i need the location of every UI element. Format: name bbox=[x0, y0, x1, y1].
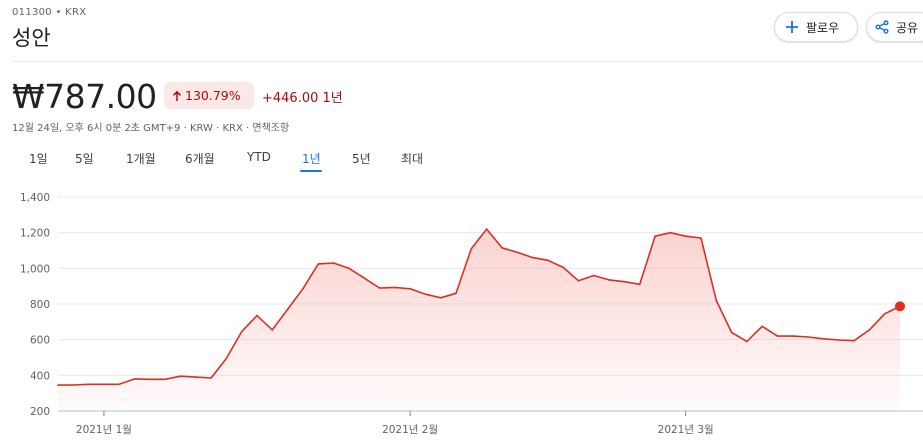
x-tick-label: 2021년 2월 bbox=[382, 424, 438, 436]
data-point bbox=[195, 376, 197, 378]
data-point bbox=[577, 280, 580, 282]
data-point bbox=[409, 288, 411, 290]
data-point bbox=[286, 308, 289, 311]
tab-1d[interactable]: 1일 bbox=[29, 150, 48, 167]
data-point bbox=[378, 287, 381, 289]
data-point bbox=[455, 292, 457, 295]
price-area-fill bbox=[58, 229, 900, 411]
data-point bbox=[118, 383, 120, 386]
change-absolute: +446.00 1년 bbox=[262, 91, 343, 106]
data-point bbox=[424, 293, 427, 295]
data-point bbox=[501, 247, 503, 249]
data-point bbox=[531, 256, 534, 259]
data-point bbox=[302, 288, 304, 290]
tab-5y[interactable]: 5년 bbox=[352, 150, 371, 167]
data-point bbox=[363, 277, 366, 279]
data-point bbox=[776, 335, 779, 337]
data-point bbox=[470, 247, 473, 250]
data-point bbox=[623, 280, 626, 283]
tab-max[interactable]: 최대 bbox=[401, 150, 423, 167]
data-point bbox=[654, 235, 656, 237]
data-point bbox=[547, 259, 549, 262]
data-point bbox=[516, 251, 519, 254]
y-tick-label: 1,200 bbox=[20, 228, 50, 240]
y-tick-label: 1,000 bbox=[20, 263, 50, 275]
stock-name: 성안 bbox=[12, 26, 51, 50]
y-tick-label: 1,400 bbox=[20, 192, 50, 204]
data-point bbox=[669, 231, 672, 234]
data-point bbox=[271, 329, 274, 331]
data-point bbox=[593, 274, 595, 277]
data-point bbox=[179, 375, 182, 377]
follow-label: 팔로우 bbox=[806, 20, 840, 35]
data-point bbox=[822, 338, 825, 340]
follow-button[interactable]: 팔로우 bbox=[774, 12, 858, 42]
data-point bbox=[87, 383, 90, 386]
tab-1y[interactable]: 1년 bbox=[302, 150, 321, 167]
arrow-up-icon bbox=[172, 90, 182, 101]
data-point bbox=[868, 329, 871, 331]
change-percent: 130.79% bbox=[185, 88, 241, 103]
share-icon bbox=[875, 20, 889, 34]
range-tabs: 1일 5일 1개월 6개월 YTD 1년 5년 최대 bbox=[0, 150, 500, 174]
data-point bbox=[638, 283, 641, 286]
data-point bbox=[348, 267, 350, 270]
data-point bbox=[210, 377, 212, 379]
tab-ytd[interactable]: YTD bbox=[247, 150, 271, 164]
data-point bbox=[562, 266, 564, 269]
quote-meta: 12월 24일, 오후 6시 0분 2초 GMT+9 · KRW · KRX ·… bbox=[12, 123, 290, 134]
data-point bbox=[225, 357, 228, 360]
data-point bbox=[57, 384, 59, 386]
share-label: 공유 bbox=[896, 20, 919, 35]
data-point bbox=[807, 336, 809, 338]
y-tick-label: 600 bbox=[30, 335, 50, 347]
last-price-marker bbox=[895, 301, 905, 312]
data-point bbox=[256, 314, 258, 317]
tab-1m[interactable]: 1개월 bbox=[126, 150, 156, 167]
data-point bbox=[730, 331, 733, 334]
data-point bbox=[103, 383, 105, 386]
plus-icon bbox=[786, 21, 798, 33]
tab-5d[interactable]: 5일 bbox=[75, 150, 94, 167]
current-price: ₩787.00 bbox=[12, 77, 157, 116]
data-point bbox=[439, 297, 442, 299]
x-tick-label: 2021년 1월 bbox=[76, 424, 132, 436]
y-tick-label: 800 bbox=[30, 299, 50, 311]
share-button[interactable]: 공유 bbox=[866, 12, 923, 42]
data-point bbox=[608, 279, 610, 281]
price-chart[interactable]: 200 400 600 800 1,000 1,200 1,400 2021년 1월 2021년… bbox=[0, 180, 923, 440]
header-divider bbox=[12, 61, 923, 62]
data-point bbox=[883, 313, 886, 315]
data-point bbox=[485, 228, 488, 230]
data-point bbox=[792, 335, 794, 337]
change-percent-badge: 130.79% bbox=[164, 82, 254, 109]
data-point bbox=[133, 378, 136, 380]
tab-6m[interactable]: 6개월 bbox=[185, 150, 215, 167]
data-point bbox=[853, 339, 855, 342]
data-point bbox=[240, 330, 243, 333]
data-point bbox=[715, 299, 718, 302]
ticker-symbol: 011300 • KRX bbox=[12, 7, 87, 18]
y-tick-label: 200 bbox=[30, 406, 50, 418]
data-point bbox=[684, 235, 687, 237]
data-point bbox=[700, 237, 702, 239]
active-tab-indicator bbox=[300, 170, 322, 172]
data-point bbox=[332, 262, 335, 264]
data-point bbox=[394, 286, 396, 289]
data-point bbox=[72, 384, 75, 386]
data-point bbox=[838, 339, 840, 341]
data-point bbox=[746, 340, 748, 343]
data-point bbox=[149, 378, 151, 381]
data-point bbox=[164, 378, 166, 381]
data-point bbox=[317, 263, 320, 265]
data-point bbox=[761, 325, 763, 328]
x-tick-label: 2021년 3월 bbox=[658, 424, 714, 436]
y-tick-label: 400 bbox=[30, 370, 50, 382]
